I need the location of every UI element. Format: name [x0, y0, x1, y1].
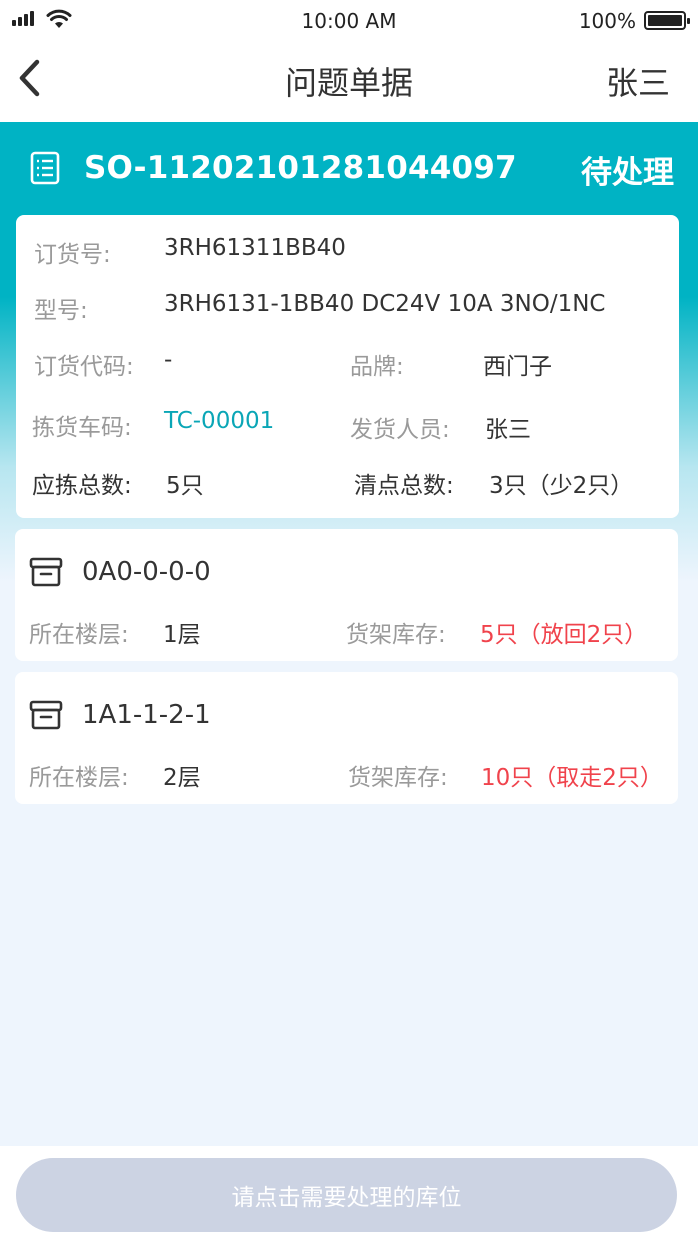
order-code-value: - [164, 347, 173, 373]
stock-value: 10只（取走2只） [481, 765, 663, 791]
shipper-value: 张三 [485, 417, 531, 443]
process-location-button[interactable]: 请点击需要处理的库位 [16, 1158, 677, 1232]
floor-label: 所在楼层: [29, 765, 129, 791]
status-bar: 10:00 AM 100% [0, 0, 698, 42]
order-number: SO-11202101281044097 [84, 150, 517, 186]
order-code-label: 订货代码: [34, 354, 134, 380]
stock-label: 货架库存: [346, 622, 446, 648]
model-label: 型号: [34, 298, 88, 324]
storage-box-icon [29, 557, 63, 587]
page-title: 问题单据 [284, 64, 413, 102]
count-total-label: 清点总数: [354, 473, 454, 499]
pick-cart-label: 拣货车码: [32, 415, 132, 441]
location-code: 1A1-1-2-1 [82, 700, 211, 730]
nav-bar: 问题单据 张三 [0, 42, 698, 122]
order-info-card: 订货号: 3RH61311BB40 型号: 3RH6131-1BB40 DC24… [16, 215, 679, 518]
battery-percent: 100% [578, 9, 636, 33]
pick-total-label: 应拣总数: [32, 473, 132, 499]
pick-total-value: 5只 [166, 473, 204, 499]
model-value: 3RH6131-1BB40 DC24V 10A 3NO/1NC [164, 291, 606, 317]
order-no-label: 订货号: [34, 242, 111, 268]
location-card[interactable]: 0A0-0-0-0 所在楼层: 1层 货架库存: 5只（放回2只） [15, 529, 678, 661]
brand-label: 品牌: [350, 354, 404, 380]
shipper-label: 发货人员: [350, 417, 450, 443]
model-row: 型号: [34, 291, 88, 325]
battery-icon [644, 11, 690, 30]
floor-value: 2层 [163, 765, 201, 791]
location-code: 0A0-0-0-0 [82, 557, 211, 587]
floor-value: 1层 [163, 622, 201, 648]
floor-label: 所在楼层: [29, 622, 129, 648]
storage-box-icon [29, 700, 63, 730]
pick-cart-value[interactable]: TC-00001 [164, 408, 274, 434]
count-total-value: 3只（少2只） [489, 473, 634, 499]
user-name[interactable]: 张三 [606, 58, 670, 104]
document-list-icon [30, 151, 60, 185]
brand-value: 西门子 [483, 354, 552, 380]
status-badge: 待处理 [581, 155, 674, 191]
stock-label: 货架库存: [348, 765, 448, 791]
location-card[interactable]: 1A1-1-2-1 所在楼层: 2层 货架库存: 10只（取走2只） [15, 672, 678, 804]
order-no-row: 订货号: [34, 235, 111, 269]
footer: 请点击需要处理的库位 [0, 1146, 698, 1242]
order-header: SO-11202101281044097 [30, 148, 517, 188]
order-no-value: 3RH61311BB40 [164, 235, 346, 261]
stock-value: 5只（放回2只） [480, 622, 648, 648]
